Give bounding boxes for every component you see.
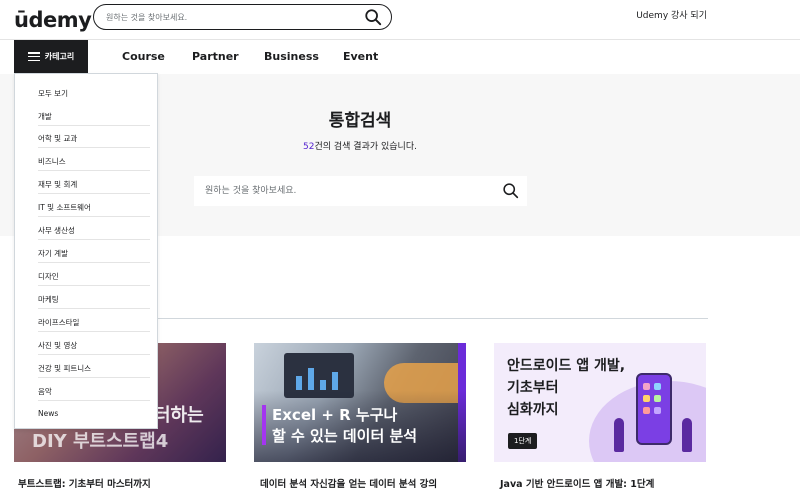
search-icon[interactable]	[364, 8, 382, 26]
category-item-all[interactable]: 모두 보기	[38, 88, 68, 99]
category-item-development[interactable]: 개발	[38, 111, 52, 122]
category-item-self-dev[interactable]: 자기 계발	[38, 248, 68, 259]
main-search-input[interactable]	[205, 184, 485, 198]
nav-link-business[interactable]: Business	[264, 50, 319, 63]
thumbnail-text: DIY 부트스트랩4	[32, 431, 169, 452]
menu-divider	[38, 377, 150, 378]
thumbnail-text: Excel + R 누구나 할 수 있는 데이터 분석	[272, 406, 418, 445]
menu-divider	[38, 216, 150, 217]
course-card[interactable]: 안드로이드 앱 개발, 기초부터 심화까지 1단계 Java 기반 안드로이드 앱 …	[494, 343, 706, 490]
menu-divider	[38, 170, 150, 171]
menu-divider	[38, 400, 150, 401]
thumbnail-text: 안드로이드 앱 개발, 기초부터 심화까지	[507, 358, 626, 418]
menu-divider	[38, 262, 150, 263]
course-title[interactable]: Java 기반 안드로이드 앱 개발: 1단계	[500, 476, 720, 490]
top-header: ūdemy Udemy 강사 되기	[0, 0, 800, 40]
result-count-label: 건의 검색 결과가 있습니다.	[314, 142, 417, 152]
logo-text: ūdemy	[14, 8, 92, 32]
level-badge: 1단계	[508, 433, 538, 449]
category-item-design[interactable]: 디자인	[38, 271, 59, 282]
search-icon[interactable]	[502, 182, 519, 199]
category-item-lifestyle[interactable]: 라이프스타일	[38, 317, 79, 328]
menu-divider	[38, 331, 150, 332]
category-item-it-software[interactable]: IT 및 소프트웨어	[38, 202, 91, 213]
category-item-health[interactable]: 건강 및 피트니스	[38, 363, 91, 374]
category-button[interactable]: 카테고리	[14, 40, 88, 73]
course-card[interactable]: Excel + R 누구나 할 수 있는 데이터 분석 데이터 분석 자신감을 얻…	[254, 343, 466, 490]
category-item-office[interactable]: 사무 생산성	[38, 225, 75, 236]
menu-divider	[38, 193, 150, 194]
udemy-logo[interactable]: ūdemy	[14, 3, 92, 32]
menu-divider	[38, 354, 150, 355]
category-item-marketing[interactable]: 마케팅	[38, 294, 59, 305]
phone-illustration	[636, 373, 672, 445]
course-thumbnail[interactable]: 안드로이드 앱 개발, 기초부터 심화까지 1단계	[494, 343, 706, 462]
hamburger-icon	[27, 52, 40, 61]
category-item-music[interactable]: 음악	[38, 386, 52, 397]
category-button-label: 카테고리	[44, 52, 75, 61]
nav-link-event[interactable]: Event	[343, 50, 378, 63]
category-item-news[interactable]: News	[38, 409, 58, 418]
category-item-photo-video[interactable]: 사진 및 영상	[38, 340, 77, 351]
menu-divider	[38, 285, 150, 286]
main-nav: 카테고리 Course Partner Business Event	[0, 40, 800, 74]
header-search-bar[interactable]	[93, 4, 392, 30]
category-item-business[interactable]: 비즈니스	[38, 156, 66, 167]
category-item-language[interactable]: 어학 및 교과	[38, 133, 77, 144]
become-instructor-link[interactable]: Udemy 강사 되기	[636, 8, 707, 21]
course-title[interactable]: 데이터 분석 자신감을 얻는 데이터 분석 강의	[260, 476, 480, 490]
header-search-input[interactable]	[106, 9, 356, 25]
course-title[interactable]: 부트스트랩: 기초부터 마스터까지	[18, 476, 238, 490]
category-item-finance[interactable]: 재무 및 회계	[38, 179, 77, 190]
nav-link-partner[interactable]: Partner	[192, 50, 239, 63]
menu-divider	[38, 308, 150, 309]
category-dropdown-menu: 모두 보기 개발 어학 및 교과 비즈니스 재무 및 회계 IT 및 소프트웨어…	[14, 73, 158, 429]
result-count-number: 52	[303, 142, 315, 152]
menu-divider	[38, 239, 150, 240]
main-search-bar[interactable]	[194, 176, 527, 206]
course-thumbnail[interactable]: Excel + R 누구나 할 수 있는 데이터 분석	[254, 343, 466, 462]
menu-divider	[38, 125, 150, 126]
thumbnail-text: 터하는	[154, 405, 204, 426]
nav-link-course[interactable]: Course	[122, 50, 165, 63]
menu-divider	[38, 147, 150, 148]
